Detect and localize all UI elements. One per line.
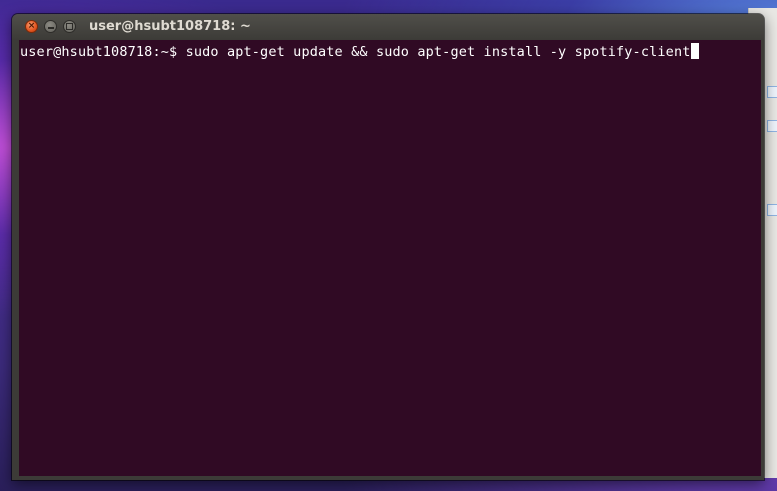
- terminal-area[interactable]: user@hsubt108718:~$ sudo apt-get update …: [19, 40, 761, 476]
- title-bar[interactable]: × user@hsubt108718: ~: [12, 14, 764, 40]
- terminal-window: × user@hsubt108718: ~ user@hsubt108718:~…: [12, 14, 764, 480]
- close-icon: ×: [27, 21, 36, 31]
- close-button[interactable]: ×: [25, 20, 38, 33]
- typed-command: sudo apt-get update && sudo apt-get inst…: [185, 44, 691, 60]
- window-title: user@hsubt108718: ~: [89, 19, 251, 34]
- maximize-button[interactable]: [63, 20, 76, 33]
- minimize-icon: [47, 26, 54, 29]
- command-line: user@hsubt108718:~$ sudo apt-get update …: [20, 43, 699, 61]
- window-icon: [767, 204, 777, 216]
- window-icon: [767, 120, 777, 132]
- window-icon: [767, 86, 777, 98]
- maximize-icon: [66, 23, 73, 30]
- minimize-button[interactable]: [44, 20, 57, 33]
- shell-prompt: user@hsubt108718:~$: [20, 44, 178, 60]
- text-cursor: [690, 43, 699, 59]
